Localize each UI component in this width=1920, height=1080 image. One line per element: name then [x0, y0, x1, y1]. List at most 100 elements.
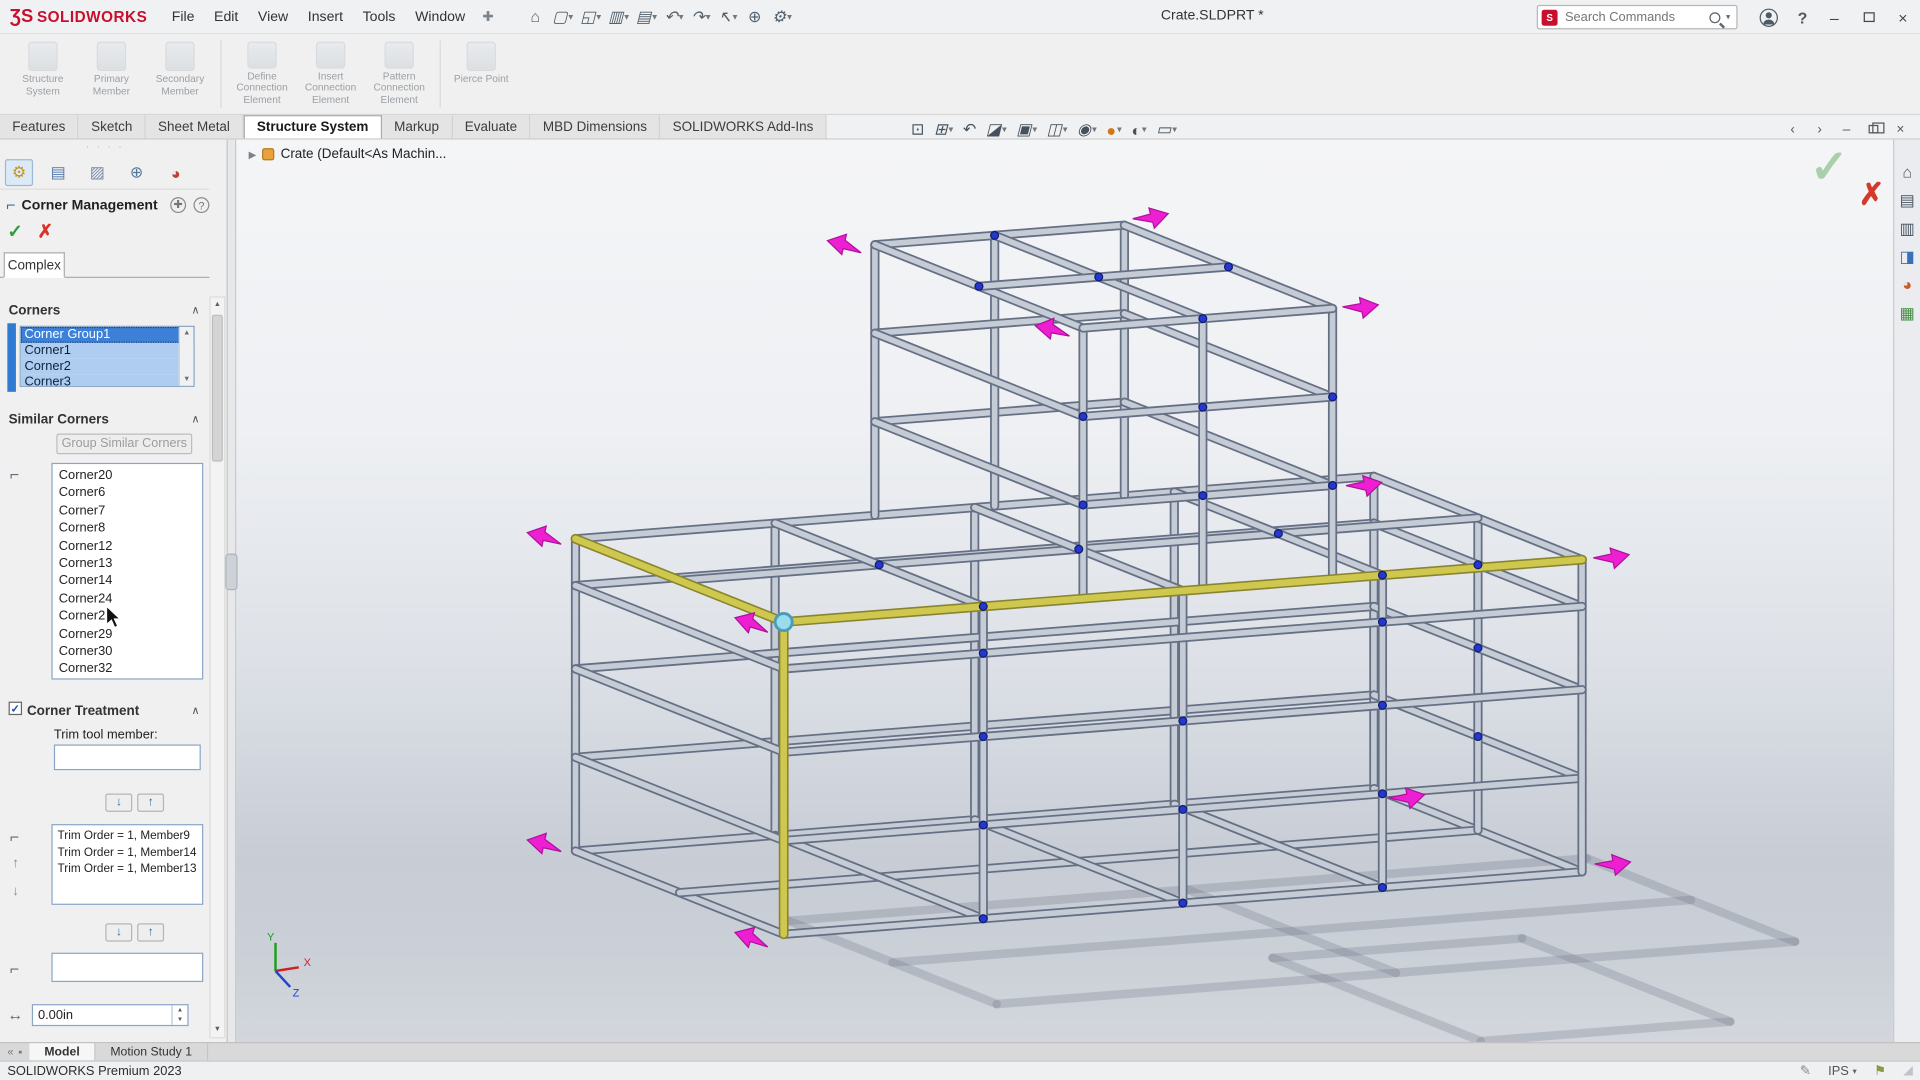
menu-item[interactable]: Tools	[353, 7, 405, 27]
view-palette-icon[interactable]: ◨	[1900, 249, 1915, 266]
primary-member-button[interactable]: Primary Member	[77, 39, 146, 109]
tab-markup[interactable]: Markup	[382, 115, 453, 138]
motion-study-tab[interactable]: Motion Study 1	[96, 1043, 208, 1060]
new-document-icon[interactable]: ▢▾	[550, 3, 575, 30]
chevron-down-icon[interactable]: ▾	[652, 12, 656, 22]
similar-corner-item[interactable]: Corner13	[53, 555, 202, 573]
breadcrumb[interactable]: ▶ Crate (Default<As Machin...	[249, 147, 447, 162]
chevron-down-icon[interactable]: ▾	[787, 12, 791, 22]
chevron-down-icon[interactable]: ▾	[1117, 125, 1121, 135]
scroll-up-icon[interactable]: ▲	[211, 298, 224, 313]
tab-features[interactable]: Features	[0, 115, 79, 138]
group-similar-corners-button[interactable]: Group Similar Corners	[56, 433, 192, 454]
display-style-icon[interactable]: ◫▾	[1044, 120, 1069, 140]
corner-treatment-group-header[interactable]: Corner Treatment ∧	[0, 700, 209, 721]
reorder-down-icon[interactable]: ↓	[12, 884, 19, 899]
menu-item[interactable]: Edit	[204, 7, 248, 27]
collapse-icon[interactable]: ∧	[192, 304, 200, 317]
configuration-manager-tab[interactable]: ▨	[83, 159, 111, 186]
panel-scrollbar[interactable]: ▲ ▼	[209, 296, 225, 1038]
insert-connection-element-button[interactable]: Insert Connection Element	[296, 39, 365, 109]
similar-corner-item[interactable]: Corner12	[53, 537, 202, 555]
tab-nav-dot-icon[interactable]: ▪	[18, 1046, 22, 1058]
ok-button[interactable]: ✓	[7, 220, 22, 242]
property-manager-tab[interactable]: ⚙	[5, 159, 33, 186]
help-icon[interactable]: ?	[1788, 8, 1817, 26]
doc-restore-button[interactable]	[1861, 119, 1885, 140]
minimize-button[interactable]: –	[1817, 1, 1851, 33]
save-icon[interactable]: ▥▾	[606, 3, 631, 30]
model-tab[interactable]: Model	[30, 1043, 96, 1060]
corner-list-item[interactable]: Corner2	[21, 359, 194, 375]
move-down-button[interactable]: ↓	[105, 793, 132, 811]
breadcrumb-label[interactable]: Crate (Default<As Machin...	[281, 147, 447, 162]
apply-scene-icon[interactable]: ◐▾	[1129, 121, 1149, 139]
chevron-down-icon[interactable]: ▾	[1002, 125, 1006, 135]
custom-tool-icon[interactable]: ⚑	[1874, 1063, 1886, 1079]
chevron-down-icon[interactable]: ▾	[1092, 125, 1096, 135]
dimxpert-manager-tab[interactable]: ⊕	[122, 159, 150, 186]
reorder-up-icon[interactable]: ↑	[12, 856, 19, 871]
home-icon[interactable]: ⌂	[523, 3, 547, 30]
define-connection-element-button[interactable]: Define Connection Element	[228, 39, 297, 109]
graphics-viewport[interactable]: YXZ ▶ Crate (Default<As Machin... ✓ ✗	[236, 140, 1893, 1042]
zoom-fit-icon[interactable]: ⊡	[909, 120, 927, 140]
chevron-down-icon[interactable]: ▾	[1033, 125, 1037, 135]
chevron-down-icon[interactable]: ▾	[706, 12, 710, 22]
pattern-connection-element-button[interactable]: Pattern Connection Element	[365, 39, 434, 109]
corner-list-item-selected[interactable]: Corner Group1	[21, 327, 194, 343]
tab-structure-system[interactable]: Structure System	[243, 115, 381, 138]
chevron-down-icon[interactable]: ▾	[625, 12, 629, 22]
options-gear-icon[interactable]: ⚙▾	[769, 3, 794, 30]
edit-appearance-icon[interactable]: ●▾	[1104, 121, 1124, 139]
keep-visible-pin-icon[interactable]: ✚	[170, 197, 186, 213]
scroll-down-icon[interactable]: ▼	[183, 373, 190, 385]
menu-item[interactable]: View	[248, 7, 298, 27]
similar-corner-item[interactable]: Corner6	[53, 484, 202, 502]
previous-view-icon[interactable]: ↶	[960, 120, 978, 140]
cancel-button[interactable]: ✗	[37, 220, 52, 242]
trim-order-item[interactable]: Trim Order = 1, Member9	[53, 828, 202, 845]
search-box[interactable]: S ▾	[1537, 5, 1738, 29]
panel-splitter-grip[interactable]	[225, 553, 237, 590]
corner-list-item[interactable]: Corner1	[21, 343, 194, 359]
panel-grip[interactable]: · · · ·	[86, 141, 124, 152]
weld-gap-spinner[interactable]: ▲ ▼	[32, 1004, 189, 1026]
tab-solidworks-add-ins[interactable]: SOLIDWORKS Add-Ins	[660, 115, 826, 138]
similar-corner-item[interactable]: Corner32	[53, 660, 202, 678]
tab-mbd-dimensions[interactable]: MBD Dimensions	[531, 115, 661, 138]
open-icon[interactable]: ◱▾	[578, 3, 603, 30]
corners-listbox[interactable]: Corner Group1 Corner1 Corner2 Corner3 ▲ …	[20, 326, 195, 387]
trim-tool-member-input[interactable]	[54, 744, 201, 770]
corners-group-header[interactable]: Corners ∧	[0, 300, 209, 321]
collapse-icon[interactable]: ∧	[192, 704, 200, 717]
structure-system-button[interactable]: Structure System	[9, 39, 78, 109]
pierce-point-button[interactable]: Pierce Point	[447, 39, 516, 109]
help-icon[interactable]: ?	[193, 197, 209, 213]
similar-corners-listbox[interactable]: Corner20Corner6Corner7Corner8Corner12Cor…	[51, 463, 203, 680]
search-chevron-icon[interactable]: ▾	[1726, 12, 1730, 22]
similar-corners-group-header[interactable]: Similar Corners ∧	[0, 409, 209, 430]
similar-corner-item[interactable]: Corner20	[53, 467, 202, 485]
menu-pin-icon[interactable]: ✚	[475, 9, 501, 25]
menu-item[interactable]: Window	[405, 7, 475, 27]
units-selector[interactable]: IPS ▾	[1828, 1063, 1857, 1078]
undo-icon[interactable]: ↶▾	[662, 3, 686, 30]
collapse-icon[interactable]: ∧	[192, 413, 200, 426]
panel-splitter[interactable]	[227, 140, 237, 1042]
similar-corner-item[interactable]: Corner14	[53, 572, 202, 590]
scroll-down-icon[interactable]: ▼	[211, 1022, 224, 1037]
viewport-ok-button[interactable]: ✓	[1810, 140, 1849, 195]
file-explorer-icon[interactable]: ▥	[1900, 220, 1915, 237]
chevron-down-icon[interactable]: ▾	[733, 12, 737, 22]
menu-item[interactable]: Insert	[298, 7, 353, 27]
section-view-icon[interactable]: ◪▾	[984, 120, 1009, 140]
design-library-icon[interactable]: ▤	[1900, 192, 1915, 209]
chevron-down-icon[interactable]: ▾	[597, 12, 601, 22]
zoom-area-icon[interactable]: ⊞▾	[932, 120, 956, 140]
corner-list-item[interactable]: Corner3	[21, 375, 194, 387]
doc-minimize-button[interactable]: –	[1834, 119, 1858, 140]
corner-treatment-checkbox[interactable]: ✓	[9, 702, 22, 715]
viewport-cancel-button[interactable]: ✗	[1859, 176, 1885, 213]
display-manager-tab[interactable]: ◕	[162, 159, 190, 186]
